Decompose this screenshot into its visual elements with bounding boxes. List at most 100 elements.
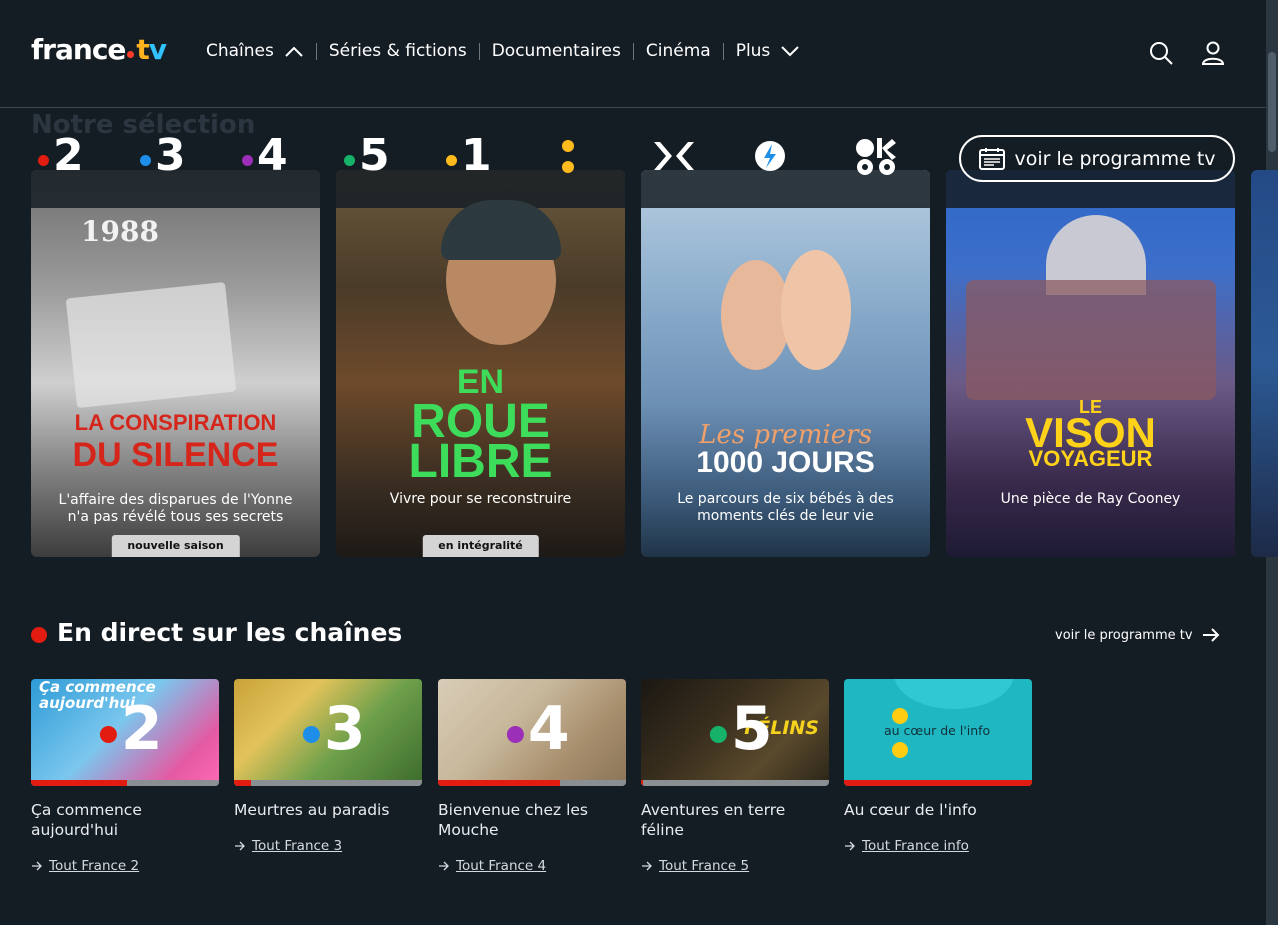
chevron-up-icon [285, 46, 303, 57]
live-card-france-2[interactable]: Ça commence aujourd'hui 2 Ça commence au… [31, 679, 219, 874]
user-icon[interactable] [1200, 40, 1226, 66]
card-year: 1988 [81, 215, 159, 248]
francetv-logo[interactable]: france t v [31, 33, 167, 66]
live-progress-fill [234, 780, 251, 786]
nav-series-fictions[interactable]: Séries & fictions [329, 41, 467, 61]
live-card-france-5[interactable]: FÉLINS 5 Aventures en terre féline Tout … [641, 679, 829, 874]
channel-france-5[interactable]: 5 [344, 133, 446, 179]
live-channel-link-label: Tout France 5 [659, 858, 750, 874]
selection-card-conspiration[interactable]: 1988 LA CONSPIRATION DU SILENCE L'affair… [31, 170, 320, 557]
live-indicator-icon [31, 626, 47, 643]
live-thumbnail[interactable]: FÉLINS 5 [641, 679, 829, 786]
slash-logo-icon [654, 142, 694, 170]
channel-slash[interactable] [650, 133, 752, 179]
channel-dot [99, 725, 117, 743]
live-thumbnail[interactable]: au cœur de l'info [844, 679, 1032, 786]
logo-t: t [136, 33, 149, 66]
arrow-right-icon [642, 861, 652, 871]
arrow-right-icon [235, 841, 245, 851]
live-channel-label: 2 [120, 694, 163, 764]
selection-card-partial[interactable] [1251, 170, 1278, 557]
card-title-line: DU SILENCE [72, 436, 279, 474]
card-subtitle: Vivre pour se reconstruire [389, 491, 572, 507]
thumbnail-decor [894, 679, 1014, 709]
channel-la-1ere[interactable]: 1 [446, 133, 548, 179]
live-program-link[interactable]: voir le programme tv [1055, 625, 1221, 645]
channel-france-2[interactable]: 2 [38, 133, 140, 179]
live-progress-fill [844, 780, 1032, 786]
live-progress-fill [641, 780, 643, 786]
live-program-title: Bienvenue chez les Mouche [438, 801, 588, 839]
live-channel-link[interactable]: Tout France 4 [438, 858, 626, 874]
live-channel-link[interactable]: Tout France 5 [641, 858, 829, 874]
channel-okoo[interactable] [854, 133, 956, 179]
channel-dot [38, 154, 49, 166]
card-title-line: EN [456, 363, 505, 401]
live-program-title: Aventures en terre féline [641, 801, 786, 839]
live-card-franceinfo[interactable]: au cœur de l'info Au cœur de l'info Tout… [844, 679, 1032, 854]
header-actions [1148, 40, 1226, 66]
nav-separator [722, 42, 724, 60]
channel-france-3[interactable]: 3 [140, 133, 242, 179]
scrollbar-thumb[interactable] [1268, 52, 1276, 152]
channel-logo-bar: 2 3 4 5 1 [38, 133, 956, 179]
search-icon[interactable] [1148, 40, 1174, 66]
channel-culturebox[interactable] [752, 133, 854, 179]
live-program-title: Au cœur de l'info [844, 801, 977, 819]
okoo-logo-icon [856, 138, 896, 175]
channel-dot [709, 725, 727, 743]
live-progress-bar [31, 780, 219, 786]
live-channel-link-label: Tout France info [862, 838, 969, 854]
live-thumbnail[interactable]: Ça commence aujourd'hui 2 [31, 679, 219, 786]
live-progress-bar [234, 780, 422, 786]
nav-separator [632, 42, 634, 60]
nav-label: Plus [735, 41, 771, 61]
nav-label: Chaînes [206, 41, 274, 61]
channel-dot [140, 154, 151, 166]
nav-separator [478, 42, 480, 60]
chevron-down-icon [781, 46, 800, 57]
card-art-doc [65, 281, 237, 409]
card-subtitle: Une pièce de Ray Cooney [1000, 491, 1181, 507]
logo-dot [127, 51, 135, 58]
live-progress-fill [31, 780, 127, 786]
channel-france-4[interactable]: 4 [242, 133, 344, 179]
card-badge: nouvelle saison [111, 535, 240, 557]
live-card-france-3[interactable]: 3 Meurtres au paradis Tout France 3 [234, 679, 422, 854]
live-channel-link[interactable]: Tout France 3 [234, 838, 422, 854]
program-tv-label: voir le programme tv [1014, 147, 1216, 170]
selection-card-en-roue-libre[interactable]: EN ROUE LIBRE Vivre pour se reconstruire… [336, 170, 625, 557]
channel-franceinfo[interactable] [548, 133, 650, 179]
live-thumbnail[interactable]: 3 [234, 679, 422, 786]
live-channel-label: 3 [323, 694, 366, 764]
nav-chaines[interactable]: Chaînes [206, 41, 304, 61]
live-progress-bar [844, 780, 1032, 786]
channel-number: 2 [53, 130, 84, 181]
channel-dot [446, 154, 457, 166]
arrow-right-icon [845, 841, 855, 851]
nav-documentaires[interactable]: Documentaires [492, 41, 621, 61]
live-channel-link[interactable]: Tout France 2 [31, 858, 219, 874]
card-title-line: Les premiers [699, 420, 872, 450]
program-tv-button[interactable]: voir le programme tv [959, 135, 1235, 182]
card-title-line: VOYAGEUR [1028, 446, 1153, 471]
live-channel-link-label: Tout France 2 [49, 858, 140, 874]
nav-separator [315, 42, 317, 60]
franceinfo-logo-icon [562, 140, 574, 173]
nav-plus[interactable]: Plus [736, 41, 801, 61]
card-subtitle: Le parcours de six bébés à des moments c… [677, 491, 894, 524]
live-thumbnail[interactable]: 4 [438, 679, 626, 786]
selection-card-vison-voyageur[interactable]: LE VISON VOYAGEUR Une pièce de Ray Coone… [946, 170, 1235, 557]
live-card-france-4[interactable]: 4 Bienvenue chez les Mouche Tout France … [438, 679, 626, 874]
nav-cinema[interactable]: Cinéma [646, 41, 711, 61]
live-channel-link-label: Tout France 3 [252, 838, 343, 854]
selection-card-premiers-1000-jours[interactable]: Les premiers 1000 JOURS Le parcours de s… [641, 170, 930, 557]
live-channel-link[interactable]: Tout France info [844, 838, 1032, 854]
main-nav: Chaînes Séries & fictions Documentaires … [206, 41, 800, 61]
arrow-right-icon [1202, 628, 1219, 642]
live-program-link-label: voir le programme tv [1055, 627, 1193, 643]
channel-dot [506, 725, 524, 743]
channel-dot [344, 154, 355, 166]
live-progress-bar [438, 780, 626, 786]
arrow-right-icon [32, 861, 42, 871]
